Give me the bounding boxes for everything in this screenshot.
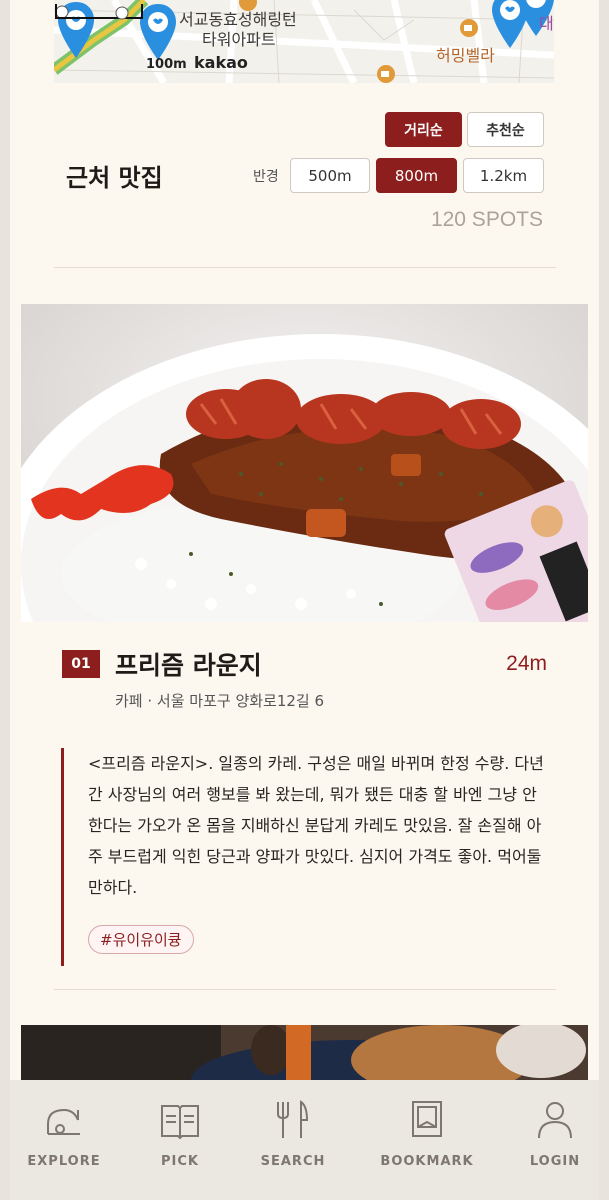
bookmark-icon: [412, 1101, 442, 1137]
place-name[interactable]: 프리즘 라운지: [115, 646, 262, 682]
nav-explore[interactable]: EXPLORE: [27, 1098, 101, 1169]
radius-label: 반경: [253, 169, 279, 185]
nav-bookmark-label: BOOKMARK: [380, 1154, 474, 1169]
place-distance: 24m: [506, 652, 547, 675]
restaurant-photo[interactable]: [21, 304, 588, 622]
radius-1-2km-button[interactable]: 1.2km: [463, 158, 544, 193]
rank-badge: 01: [62, 650, 100, 678]
nav-login-label: LOGIN: [529, 1154, 581, 1169]
nav-explore-label: EXPLORE: [27, 1154, 101, 1169]
app-frame: 서교동효성해링턴 타워아파트 허밍벨라 대 100m kakao 거리순 추천순…: [10, 0, 599, 1200]
nav-search-label: SEARCH: [260, 1154, 326, 1169]
sort-recommend-button[interactable]: 추천순: [467, 112, 544, 147]
nav-search[interactable]: SEARCH: [258, 1098, 328, 1169]
map-scale-bar: [55, 4, 143, 20]
map-label: 대: [539, 14, 554, 33]
bottom-nav: EXPLORE PICK SEARCH BOOKMARK LOGIN: [10, 1080, 599, 1200]
map-scale-text: 100m: [146, 57, 187, 72]
nav-pick-label: PICK: [161, 1154, 199, 1169]
divider: [54, 267, 556, 268]
restaurant-photo[interactable]: [21, 1025, 588, 1085]
review-text: <프리즘 라운지>. 일종의 카레. 구성은 매일 바뀌며 한정 수량. 다년간…: [88, 754, 544, 897]
divider: [54, 989, 556, 990]
map-view[interactable]: 서교동효성해링턴 타워아파트 허밍벨라 대 100m kakao: [54, 0, 554, 83]
map-label: 타워아파트: [202, 30, 276, 49]
user-icon: [538, 1102, 572, 1139]
cafe-poi-icon: [460, 19, 478, 37]
explore-icon: [47, 1108, 80, 1135]
sort-distance-button[interactable]: 거리순: [385, 112, 462, 147]
review-block: <프리즘 라운지>. 일종의 카레. 구성은 매일 바뀌며 한정 수량. 다년간…: [61, 748, 552, 966]
section-title: 근처 맛집: [66, 163, 163, 192]
spots-count: 120 SPOTS: [430, 208, 543, 231]
radius-800m-button[interactable]: 800m: [376, 158, 457, 193]
place-category-address: 카페 · 서울 마포구 양화로12길 6: [115, 692, 325, 710]
nav-login[interactable]: LOGIN: [528, 1098, 582, 1169]
nav-bookmark[interactable]: BOOKMARK: [380, 1098, 474, 1169]
map-label: 허밍벨라: [436, 46, 495, 65]
radius-500m-button[interactable]: 500m: [290, 158, 370, 193]
map-brand-logo: kakao: [194, 53, 248, 72]
book-open-icon: [161, 1105, 199, 1140]
fork-knife-icon: [277, 1100, 309, 1138]
author-tag[interactable]: #유이유이큥: [88, 925, 194, 954]
cafe-poi-icon: [377, 65, 395, 83]
nav-pick[interactable]: PICK: [155, 1098, 205, 1169]
